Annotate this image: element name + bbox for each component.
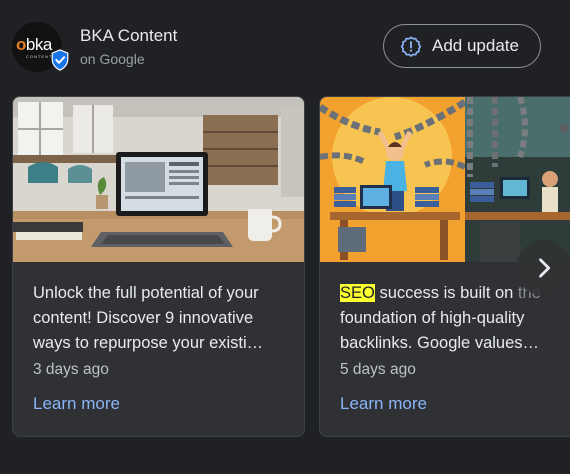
business-logo[interactable]: obka CONTENT [12,22,69,72]
business-name[interactable]: BKA Content [80,26,177,46]
post-image-laptop-workspace [13,97,304,262]
post-image-seo-chains [320,97,570,262]
search-highlight: SEO [340,284,375,302]
learn-more-link[interactable]: Learn more [33,394,120,414]
add-update-icon [400,36,422,57]
verified-badge-icon [51,49,69,71]
logo-wordmark: obka [16,35,52,54]
next-button[interactable] [516,240,570,296]
add-update-button[interactable]: Add update [383,24,541,68]
business-source: on Google [80,51,145,67]
post-date: 5 days ago [340,361,416,378]
business-header: obka CONTENT BKA Content on Google Add u… [0,0,570,90]
post-text: Unlock the full potential of your conten… [33,284,264,352]
learn-more-link[interactable]: Learn more [340,394,427,414]
chevron-right-icon [539,258,551,278]
post-card[interactable]: Unlock the full potential of your conten… [12,96,305,437]
add-update-label: Add update [432,36,519,55]
post-date: 3 days ago [33,361,109,378]
